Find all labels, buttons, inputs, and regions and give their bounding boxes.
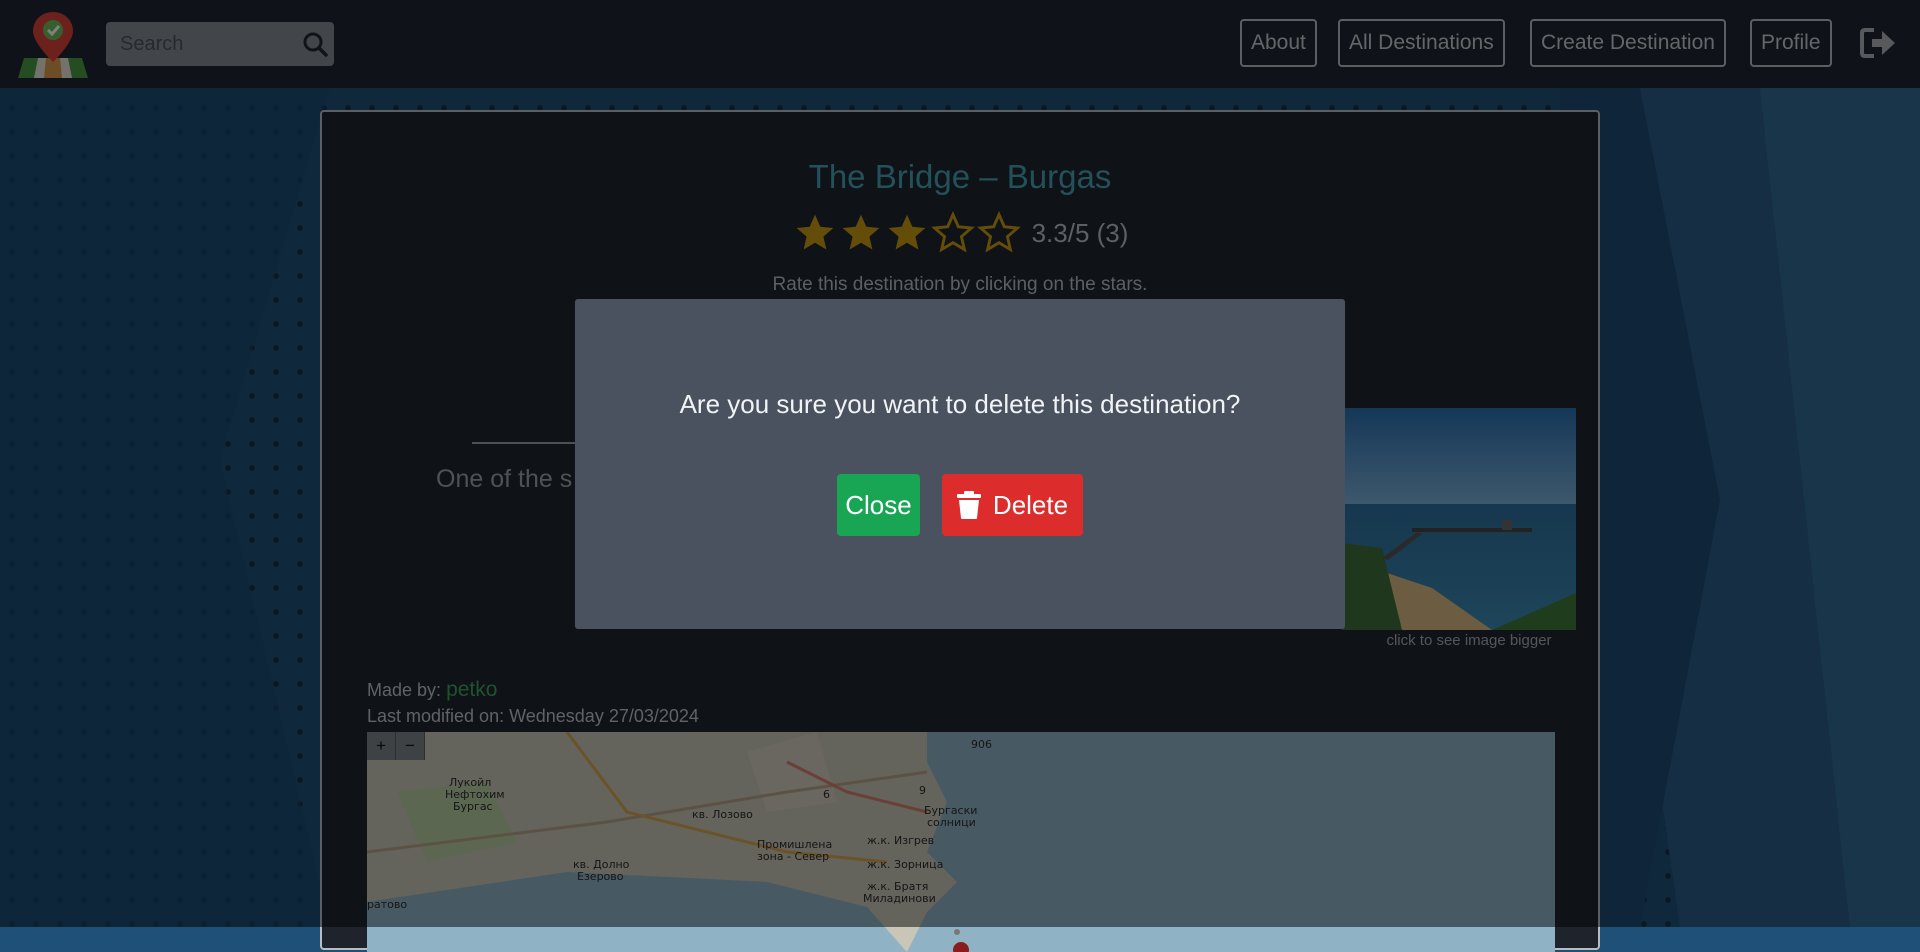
trash-icon	[956, 491, 981, 519]
close-button[interactable]: Close	[837, 474, 920, 536]
delete-confirm-modal: Are you sure you want to delete this des…	[575, 299, 1345, 629]
delete-button-label: Delete	[992, 489, 1069, 520]
delete-button[interactable]: Delete	[942, 474, 1083, 536]
modal-question: Are you sure you want to delete this des…	[679, 389, 1241, 419]
